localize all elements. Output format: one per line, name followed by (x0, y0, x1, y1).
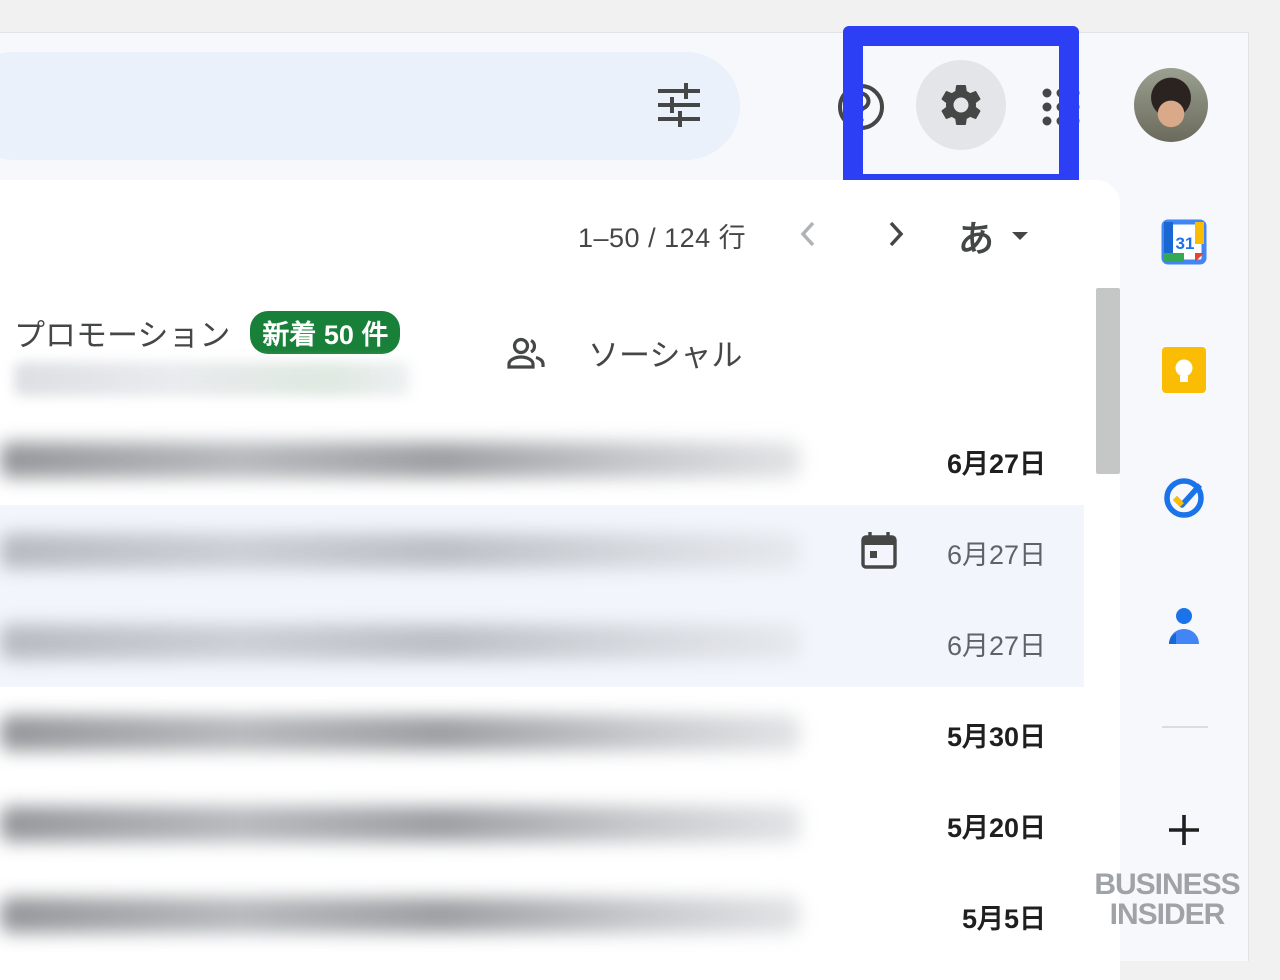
table-row[interactable]: 6月27日 (0, 505, 1084, 598)
side-panel-divider (1162, 726, 1208, 728)
business-insider-watermark: BUSINESS INSIDER (1084, 870, 1250, 930)
calendar-event-icon (861, 532, 897, 569)
email-snippet-blurred (0, 806, 800, 842)
google-contacts-button[interactable] (1160, 602, 1208, 650)
newer-button[interactable] (790, 214, 826, 254)
gear-icon (941, 84, 981, 125)
google-contacts-icon (1169, 608, 1199, 644)
watermark-line-1: BUSINESS (1094, 868, 1240, 901)
caret-down-icon (1012, 232, 1029, 240)
table-row[interactable]: 6月27日 (0, 414, 1084, 507)
email-date: 6月27日 (946, 540, 1046, 570)
search-bar[interactable] (0, 52, 740, 160)
help-circle-icon (838, 84, 884, 130)
email-date: 6月27日 (946, 449, 1046, 479)
google-tasks-button[interactable] (1160, 474, 1208, 522)
people-icon (507, 337, 545, 369)
tab-social[interactable]: ソーシャル (506, 330, 742, 375)
get-add-ons-button[interactable] (1160, 806, 1208, 854)
older-button[interactable] (878, 214, 914, 254)
svg-text:31: 31 (1176, 234, 1195, 253)
search-options-button[interactable] (652, 78, 706, 132)
google-keep-icon (1162, 347, 1206, 393)
new-count-badge: 新着 50 件 (250, 311, 401, 354)
google-tasks-icon (1164, 478, 1204, 518)
tab-promotions-label: プロモーション (14, 318, 231, 353)
google-calendar-button[interactable]: 31 (1160, 218, 1208, 266)
scrollbar-thumb[interactable] (1096, 288, 1120, 474)
email-snippet-blurred (0, 442, 800, 478)
settings-button[interactable] (916, 60, 1006, 150)
email-snippet-blurred (0, 715, 800, 751)
table-row[interactable]: 5月20日 (0, 778, 1084, 871)
table-row[interactable]: 5月5日 (0, 869, 1084, 960)
email-date: 5月30日 (946, 722, 1046, 752)
table-row[interactable]: 5月30日 (0, 687, 1084, 780)
watermark-line-2: INSIDER (1109, 898, 1226, 931)
chevron-left-icon (800, 221, 815, 247)
google-apps-button[interactable] (1034, 80, 1088, 134)
tab-social-label: ソーシャル (588, 338, 743, 373)
email-snippet-blurred (0, 897, 800, 933)
google-keep-button[interactable] (1160, 346, 1208, 394)
email-date: 5月5日 (961, 904, 1046, 934)
table-row[interactable]: 6月27日 (0, 596, 1084, 689)
apps-grid-icon (1042, 88, 1080, 126)
input-tools-label: あ (958, 218, 995, 259)
support-button[interactable] (834, 80, 888, 134)
chevron-right-icon (889, 221, 904, 247)
pagination-text: 1–50 / 124 行 (578, 223, 747, 253)
plus-icon (1169, 815, 1199, 845)
user-avatar[interactable] (1134, 68, 1208, 142)
email-snippet-blurred (0, 624, 800, 660)
email-date: 6月27日 (946, 631, 1046, 661)
email-snippet-blurred (0, 533, 800, 569)
tab-promotions[interactable]: プロモーション 新着 50 件 (14, 310, 401, 355)
tune-icon (658, 83, 700, 127)
google-calendar-icon: 31 (1161, 219, 1207, 265)
input-tools-button[interactable]: あ (958, 210, 1030, 262)
email-date: 5月20日 (946, 813, 1046, 843)
tab-promotions-senders-blurred (14, 362, 410, 396)
